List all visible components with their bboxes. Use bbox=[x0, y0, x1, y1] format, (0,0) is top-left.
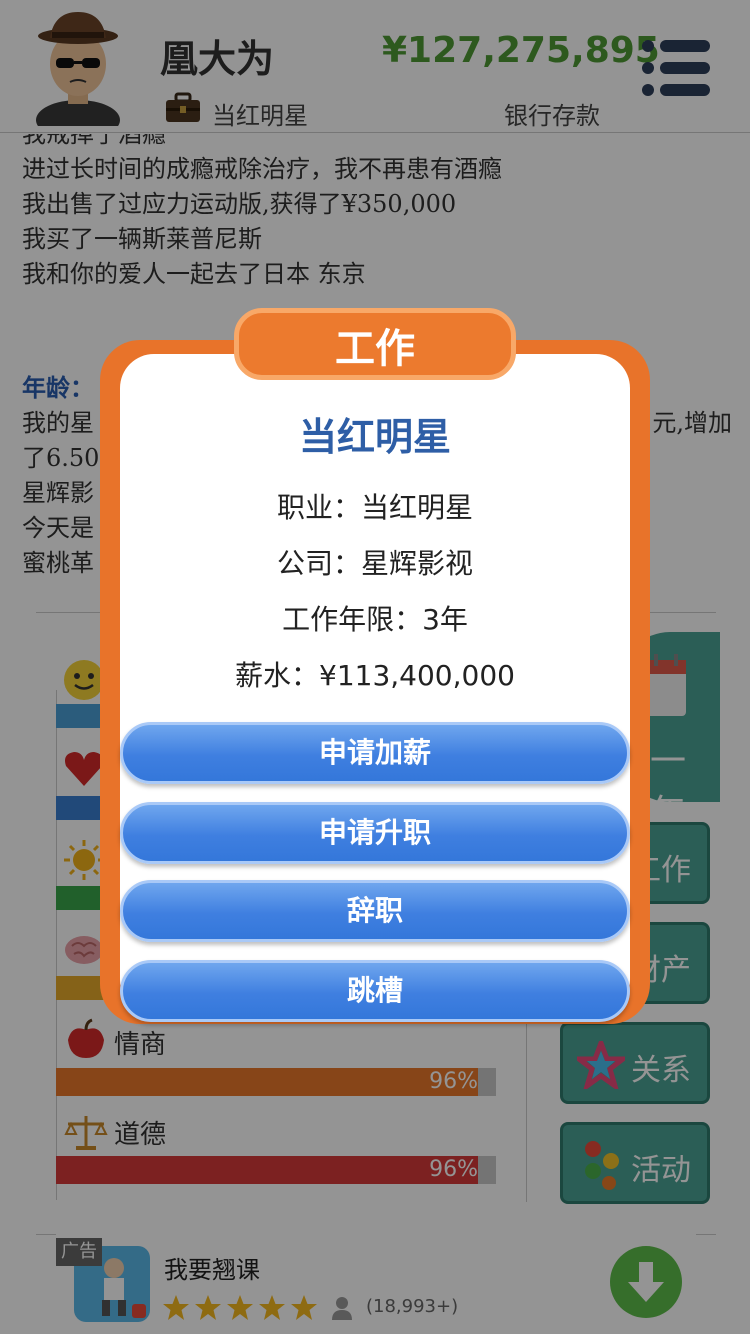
years-info: 工作年限：3年 bbox=[282, 603, 468, 636]
resign-button[interactable]: 辞职 bbox=[120, 880, 630, 942]
dialog-title: 工作 bbox=[335, 326, 415, 372]
request-promotion-button[interactable]: 申请升职 bbox=[120, 802, 630, 864]
request-raise-button[interactable]: 申请加薪 bbox=[120, 722, 630, 784]
job-title: 当红明星 bbox=[298, 415, 451, 459]
salary-info: 薪水：¥113,400,000 bbox=[235, 659, 515, 692]
occupation-info: 职业：当红明星 bbox=[276, 491, 473, 524]
switch-job-button[interactable]: 跳槽 bbox=[120, 960, 630, 1022]
company-info: 公司：星辉影视 bbox=[276, 547, 473, 580]
